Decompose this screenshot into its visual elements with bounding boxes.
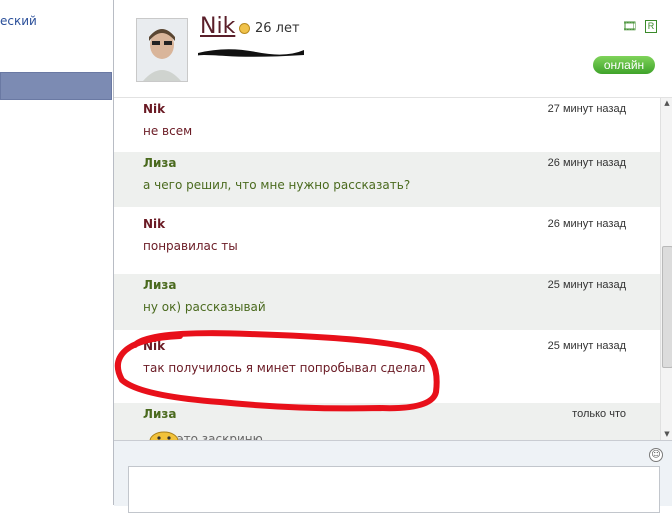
sidebar-link[interactable]: еский [0, 14, 37, 28]
message-text: ну ок) рассказывай [143, 300, 266, 314]
film-icon[interactable]: 🎞 [622, 20, 637, 32]
r-icon[interactable]: R [645, 20, 657, 33]
message-time: 27 минут назад [547, 103, 626, 115]
scroll-down-icon[interactable]: ▼ [661, 429, 672, 439]
message-input[interactable] [128, 466, 660, 513]
user-name[interactable]: Nik [200, 14, 235, 39]
message-author: Лиза [143, 407, 177, 421]
gender-icon [239, 23, 250, 34]
message-author: Nik [143, 217, 166, 231]
message-text: понравилас ты [143, 239, 238, 253]
message-time: только что [572, 408, 626, 420]
message-item: Лиза 25 минут назад ну ок) рассказывай [114, 274, 660, 330]
chat-header: Nik 26 лет 🎞 R онлайн [114, 0, 672, 98]
message-list: Nik 27 минут назад не всем Лиза 26 минут… [114, 98, 660, 440]
message-time: 25 минут назад [547, 340, 626, 352]
scrollbar[interactable]: ▲ ▼ [660, 98, 672, 440]
message-author: Nik [143, 102, 166, 116]
avatar[interactable] [136, 18, 188, 82]
scroll-thumb[interactable] [662, 246, 672, 368]
message-item: Лиза только что я это заскриню [114, 403, 660, 440]
status-badge: онлайн [593, 56, 655, 74]
smiley-icon [149, 431, 179, 440]
message-text: а чего решил, что мне нужно рассказать? [143, 178, 411, 192]
message-author: Лиза [143, 278, 177, 292]
message-time: 26 минут назад [547, 157, 626, 169]
left-sidebar: еский [0, 0, 114, 505]
message-text: не всем [143, 124, 193, 138]
redaction-scribble [197, 49, 304, 57]
sidebar-selected-item[interactable] [0, 72, 112, 100]
message-author: Nik [143, 339, 166, 353]
message-item: Лиза 26 минут назад а чего решил, что мн… [114, 152, 660, 207]
message-text: я это заскриню [166, 432, 263, 440]
emoji-icon[interactable]: ☺ [649, 448, 663, 462]
message-author: Лиза [143, 156, 177, 170]
message-time: 25 минут назад [547, 279, 626, 291]
message-time: 26 минут назад [547, 218, 626, 230]
user-age: 26 лет [255, 21, 300, 36]
message-item: Nik 27 минут назад не всем [114, 98, 660, 152]
message-item: Nik 25 минут назад так получилось я мине… [114, 335, 660, 395]
message-item: Nik 26 минут назад понравилас ты [114, 213, 660, 274]
message-text: так получилось я минет попробывал сделал [143, 361, 426, 375]
message-composer: ☺ [114, 440, 672, 513]
scroll-up-icon[interactable]: ▲ [661, 98, 672, 108]
